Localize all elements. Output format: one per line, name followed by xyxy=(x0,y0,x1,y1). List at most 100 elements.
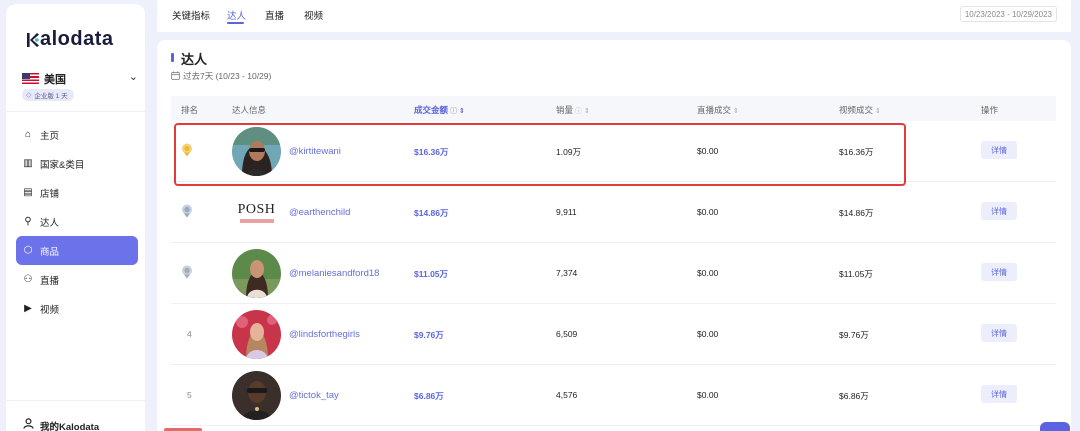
gold-medal-icon xyxy=(181,143,193,157)
header-live-label: 直播成交 xyxy=(697,105,732,115)
header-creator: 达人信息 xyxy=(232,105,267,115)
sidebar-item-creator[interactable]: ⚲ 达人 xyxy=(16,207,138,236)
posh-logo-stripe xyxy=(239,219,274,223)
video-gmv-value: $16.36万 xyxy=(839,147,874,157)
creator-handle[interactable]: @kirtitewani xyxy=(289,146,341,157)
table-row[interactable]: 4 @lindsforthegirls $9.76万 6,509 $0.00 $… xyxy=(171,304,1056,365)
gmv-value: $16.36万 xyxy=(414,147,449,157)
diamond-icon: ◇ xyxy=(26,92,32,99)
sidebar-item-shop[interactable]: ▤ 店铺 xyxy=(16,178,138,207)
plan-badge: ◇ 企业版 1 天 xyxy=(22,89,74,101)
creator-handle[interactable]: @tictok_tay xyxy=(289,390,339,401)
details-button[interactable]: 详情 xyxy=(981,324,1017,342)
posh-logo: POSH xyxy=(232,188,281,237)
header-rank: 排名 xyxy=(181,105,199,115)
creator-handle[interactable]: @lindsforthegirls xyxy=(289,329,360,340)
rank-number: 5 xyxy=(187,390,192,400)
table-row[interactable]: @melaniesandford18 $11.05万 7,374 $0.00 $… xyxy=(171,243,1056,304)
logo-text: alodata xyxy=(40,28,114,50)
video-gmv-value: $9.76万 xyxy=(839,330,869,340)
sidebar-item-video[interactable]: ▶ 视频 xyxy=(16,294,138,323)
gmv-value: $14.86万 xyxy=(414,208,449,218)
sort-icon[interactable]: ⇕ xyxy=(733,108,739,115)
avatar[interactable] xyxy=(232,371,281,420)
creator-handle[interactable]: @earthenchild xyxy=(289,207,350,218)
details-button[interactable]: 详情 xyxy=(981,385,1017,403)
sidebar-item-country-category[interactable]: ▥ 国家&类目 xyxy=(16,149,138,178)
sidebar-item-live[interactable]: ⚇ 直播 xyxy=(16,265,138,294)
table-header: 排名 达人信息 成交金额 ⓘ ⇕ 销量 ⓘ ⇕ 直播成交 ⇕ 视频成交 ⇕ 操作 xyxy=(171,96,1056,121)
video-gmv-value: $11.05万 xyxy=(839,269,873,279)
bronze-medal-icon xyxy=(181,265,193,279)
video-gmv-value: $6.86万 xyxy=(839,391,869,401)
table-row[interactable]: 5 @tictok_tay $6.86万 4,576 $0.00 $6.86万 … xyxy=(171,365,1056,426)
tab-creators[interactable]: 达人 xyxy=(227,8,246,22)
details-button[interactable]: 详情 xyxy=(981,141,1017,159)
sidebar-item-home[interactable]: ⌂ 主页 xyxy=(16,120,138,149)
table-row[interactable]: @kirtitewani $16.36万 1.09万 $0.00 $16.36万… xyxy=(171,121,1056,182)
avatar[interactable] xyxy=(232,127,281,176)
sidebar-nav: ⌂ 主页 ▥ 国家&类目 ▤ 店铺 ⚲ 达人 ⬡ 商品 ⚇ 直播 ▶ 视频 xyxy=(16,120,138,323)
us-flag-icon xyxy=(22,73,39,84)
header-video[interactable]: 视频成交 ⇕ xyxy=(839,104,881,116)
live-gmv-value: $0.00 xyxy=(697,268,719,278)
header-units-label: 销量 xyxy=(556,105,574,115)
creator-handle[interactable]: @melaniesandford18 xyxy=(289,268,379,279)
tab-active-underline xyxy=(227,22,244,24)
header-gmv[interactable]: 成交金额 ⓘ ⇕ xyxy=(414,104,465,116)
tab-key-metrics[interactable]: 关键指标 xyxy=(172,8,210,22)
region-selector[interactable]: 美国 ⌄ ◇ 企业版 1 天 xyxy=(22,70,138,106)
live-gmv-value: $0.00 xyxy=(697,390,719,400)
home-icon: ⌂ xyxy=(24,128,32,140)
sidebar-divider xyxy=(6,111,145,112)
box-icon: ⬡ xyxy=(23,244,33,256)
plan-text: 企业版 1 天 xyxy=(34,93,68,100)
header-live[interactable]: 直播成交 ⇕ xyxy=(697,104,739,116)
details-button[interactable]: 详情 xyxy=(981,263,1017,281)
help-icon[interactable]: ⓘ xyxy=(450,108,457,115)
rank-number: 4 xyxy=(187,329,192,339)
sidebar-item-label: 商品 xyxy=(40,246,60,258)
chevron-down-icon[interactable]: ⌄ xyxy=(129,70,138,83)
live-gmv-value: $0.00 xyxy=(697,146,719,156)
region-name: 美国 xyxy=(44,74,66,86)
avatar[interactable] xyxy=(232,310,281,359)
header-video-label: 视频成交 xyxy=(839,105,874,115)
header-action: 操作 xyxy=(981,105,999,115)
units-value: 4,576 xyxy=(556,390,578,400)
units-value: 7,374 xyxy=(556,268,578,278)
logo-k-icon xyxy=(27,32,39,47)
bank-icon: ▥ xyxy=(23,157,33,169)
sidebar: alodata 美国 ⌄ ◇ 企业版 1 天 ⌂ 主页 ▥ 国家&类目 ▤ 店铺… xyxy=(6,4,145,431)
tab-video[interactable]: 视频 xyxy=(304,8,323,22)
sort-desc-icon[interactable]: ⇕ xyxy=(459,108,465,115)
sidebar-divider xyxy=(6,400,145,401)
sort-icon[interactable]: ⇕ xyxy=(584,108,590,115)
avatar[interactable] xyxy=(232,249,281,298)
date-range-picker[interactable]: 10/23/2023 - 10/29/2023 xyxy=(959,6,1057,22)
live-gmv-value: $0.00 xyxy=(697,329,719,339)
video-icon: ▶ xyxy=(24,302,32,314)
details-button[interactable]: 详情 xyxy=(981,202,1017,220)
section-title: 达人 xyxy=(181,52,208,67)
avatar[interactable]: POSH xyxy=(232,188,281,237)
kalodata-logo[interactable]: alodata xyxy=(26,28,114,51)
units-value: 1.09万 xyxy=(556,147,582,157)
sidebar-item-label: 直播 xyxy=(40,275,60,287)
section-subtitle: 过去7天 (10/23 - 10/29) xyxy=(171,70,271,82)
help-icon[interactable]: ⓘ xyxy=(575,108,582,115)
broadcast-icon: ⚇ xyxy=(23,273,33,285)
table-row[interactable]: POSH @earthenchild $14.86万 9,911 $0.00 $… xyxy=(171,182,1056,243)
calendar-icon xyxy=(171,70,180,82)
sidebar-item-label: 国家&类目 xyxy=(40,159,85,171)
floating-action-button[interactable] xyxy=(1040,422,1070,431)
sidebar-item-product[interactable]: ⬡ 商品 xyxy=(16,236,138,265)
my-kalodata-link[interactable]: 我的Kalodata xyxy=(22,418,99,431)
sort-icon[interactable]: ⇕ xyxy=(875,108,881,115)
sidebar-item-label: 视频 xyxy=(40,304,60,316)
shop-icon: ▤ xyxy=(23,186,33,198)
tab-live[interactable]: 直播 xyxy=(265,8,284,22)
header-units[interactable]: 销量 ⓘ ⇕ xyxy=(556,104,590,116)
creators-card: 达人 过去7天 (10/23 - 10/29) 排名 达人信息 成交金额 ⓘ ⇕ 销… xyxy=(157,40,1071,431)
silver-medal-icon xyxy=(181,204,193,218)
